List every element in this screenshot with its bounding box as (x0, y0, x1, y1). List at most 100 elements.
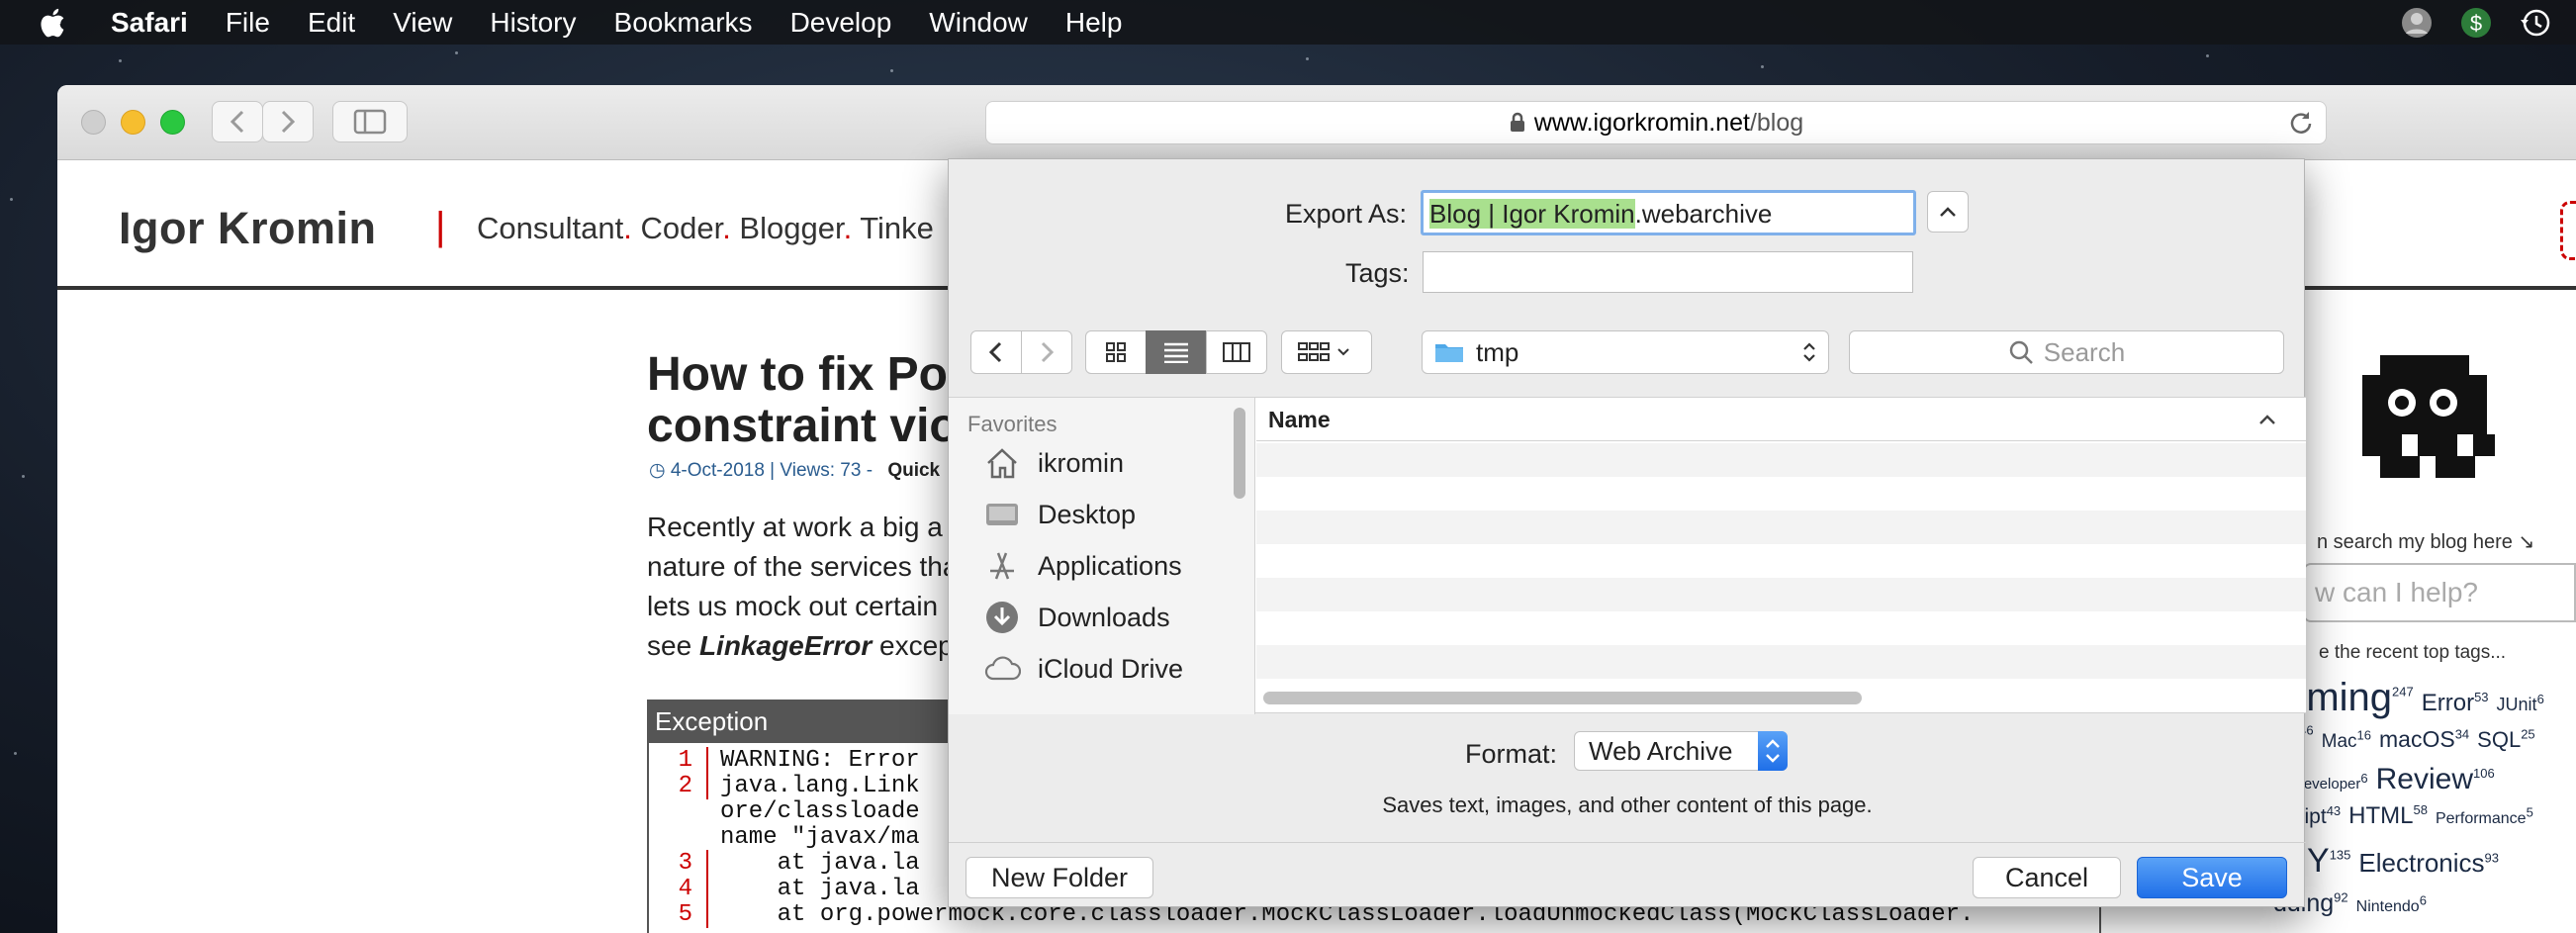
column-view-button[interactable] (1206, 330, 1267, 374)
folder-icon (1435, 344, 1463, 362)
tagline-word: Coder (640, 211, 723, 245)
back-button[interactable] (212, 101, 263, 142)
sidebar-item-icloud[interactable]: iCloud Drive (982, 647, 1183, 691)
export-as-label: Export As: (1285, 199, 1408, 229)
sidebar-icon (353, 109, 387, 135)
sidebar-item-downloads[interactable]: Downloads (982, 596, 1170, 639)
title-separator: | (435, 205, 446, 248)
tag-link[interactable]: Error53 (2422, 690, 2489, 716)
post-body: Recently at work a big a nature of the s… (647, 508, 983, 666)
dollar-icon[interactable]: $ (2457, 4, 2495, 42)
url-host: www.igorkromin.net (1533, 108, 1750, 137)
safari-toolbar: www.igorkromin.net/blog (57, 85, 2576, 160)
tag-row: QLDeveloper6 Review106 (2273, 763, 2503, 796)
sidebar-item-desktop[interactable]: Desktop (982, 493, 1136, 536)
sheet-back-button[interactable] (970, 330, 1022, 374)
code-text: java.lang.Link (720, 773, 920, 799)
updown-chevron-icon (1758, 731, 1788, 771)
user-avatar-icon[interactable] (2398, 4, 2436, 42)
body-line: see LinkageError excep (647, 630, 954, 661)
tag-link[interactable]: SQL25 (2477, 727, 2535, 752)
tag-count: 6 (2360, 771, 2368, 786)
file-row (1256, 645, 2306, 679)
export-as-field[interactable]: Blog | Igor Kromin.webarchive (1421, 190, 1916, 235)
sheet-forward-button[interactable] (1021, 330, 1072, 374)
forward-button[interactable] (262, 101, 314, 142)
chevron-up-icon (1940, 207, 1956, 217)
sidebar-item-label: ikromin (1038, 447, 1125, 478)
address-bar[interactable]: www.igorkromin.net/blog (985, 101, 2327, 144)
chevron-right-icon (281, 110, 296, 134)
list-view-button[interactable] (1146, 330, 1207, 374)
menu-app-name[interactable]: Safari (111, 7, 188, 39)
body-line: Recently at work a big a (647, 512, 943, 542)
tag-link[interactable]: macOS34 (2379, 726, 2469, 752)
format-value: Web Archive (1589, 736, 1733, 766)
cancel-button[interactable]: Cancel (1973, 857, 2121, 898)
line-number: 3 (649, 850, 708, 877)
minimize-window-button[interactable] (121, 110, 145, 135)
site-tagline: Consultant. Coder. Blogger. Tinke (477, 211, 934, 245)
tag-link[interactable]: HTML58 (2348, 802, 2428, 829)
close-window-button[interactable] (81, 110, 106, 135)
format-select[interactable]: Web Archive (1574, 731, 1788, 771)
site-title[interactable]: Igor Kromin (119, 203, 377, 254)
menu-develop[interactable]: Develop (790, 7, 892, 39)
menu-edit[interactable]: Edit (308, 7, 355, 39)
grid-icon (1106, 342, 1126, 362)
post-category[interactable]: Quick (887, 460, 940, 481)
location-popup[interactable]: tmp (1422, 330, 1829, 374)
sidebar-search-input[interactable]: w can I help? (2303, 563, 2576, 622)
menu-help[interactable]: Help (1065, 7, 1123, 39)
tag-count: 106 (2473, 766, 2495, 781)
home-icon (982, 443, 1022, 483)
time-machine-icon[interactable] (2517, 4, 2554, 42)
sidebar-toggle-button[interactable] (332, 101, 408, 142)
tag-link[interactable]: Review106 (2376, 763, 2495, 795)
tag-link[interactable]: Nintendo6 (2356, 893, 2427, 915)
menu-view[interactable]: View (393, 7, 452, 39)
code-text: at java.la (720, 876, 920, 902)
menu-history[interactable]: History (490, 7, 576, 39)
file-row (1256, 544, 2306, 578)
tag-link[interactable]: Electronics93 (2358, 848, 2499, 878)
reload-icon[interactable] (2288, 110, 2314, 136)
apple-icon[interactable] (38, 6, 71, 40)
tag-link[interactable]: Mac16 (2322, 728, 2371, 752)
icon-view-button[interactable] (1085, 330, 1147, 374)
menu-file[interactable]: File (226, 7, 270, 39)
save-button[interactable]: Save (2137, 857, 2287, 898)
tag-row: mming247 Error53 JUnit6 (2273, 676, 2552, 720)
group-by-button[interactable] (1281, 330, 1372, 374)
site-logo-icon (2362, 355, 2495, 478)
file-list-scrollbar[interactable] (1263, 692, 1862, 704)
tag-count: 6 (2536, 692, 2544, 706)
collapse-browser-button[interactable] (1927, 191, 1969, 233)
sidebar-item-ikromin[interactable]: ikromin (982, 441, 1124, 485)
tag-count: 58 (2413, 802, 2428, 817)
sidebar-item-applications[interactable]: Applications (982, 544, 1182, 588)
tag-link[interactable]: Performance5 (2436, 805, 2533, 827)
post-date-views: 4-Oct-2018 | Views: 73 - (670, 460, 874, 481)
menu-window[interactable]: Window (929, 7, 1028, 39)
tag-link[interactable]: JUnit6 (2497, 692, 2544, 714)
favorites-scrollbar[interactable] (1234, 408, 1245, 499)
cloud-icon (982, 649, 1022, 689)
body-emphasis: LinkageError (698, 630, 873, 661)
format-label: Format: (1465, 739, 1558, 769)
header-badge (2560, 201, 2576, 260)
tagline-word: Blogger (739, 211, 844, 245)
tag-count: 93 (2484, 850, 2500, 866)
sidebar-item-label: Desktop (1038, 499, 1137, 529)
menu-bookmarks[interactable]: Bookmarks (614, 7, 753, 39)
file-row (1256, 578, 2306, 611)
sidebar-item-label: Applications (1038, 550, 1182, 581)
chevron-right-icon (1041, 341, 1055, 363)
name-column-header[interactable]: Name (1256, 398, 2306, 441)
zoom-window-button[interactable] (160, 110, 185, 135)
tag-count: 6 (2419, 892, 2427, 908)
tags-field[interactable] (1423, 251, 1913, 293)
list-icon (1164, 342, 1188, 363)
new-folder-button[interactable]: New Folder (966, 857, 1153, 898)
sheet-search-field[interactable]: Search (1849, 330, 2284, 374)
